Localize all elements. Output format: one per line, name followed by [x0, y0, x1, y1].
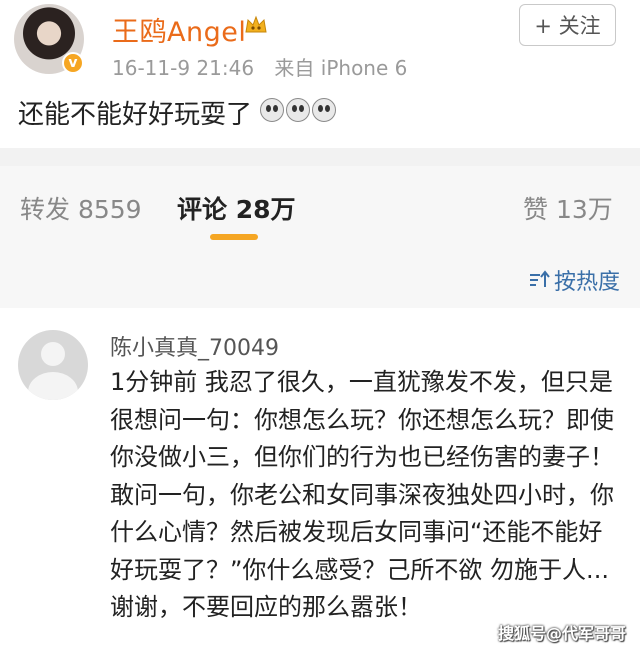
- post-source: 来自 iPhone 6: [274, 56, 408, 80]
- vip-crown-icon: [245, 15, 267, 33]
- comment-text: 我忍了很久，一直犹豫发不发，但只是很想问一句：你想怎么玩？你还想怎么玩？即使你没…: [110, 368, 614, 621]
- post-card: v 王鸥Angel 16-11-9 21:46 来自 iPhone 6 + 关注…: [0, 0, 640, 140]
- cry-emoji-icon: [260, 98, 284, 122]
- tab-comments[interactable]: 评论 28万: [177, 190, 296, 226]
- comment-username[interactable]: 陈小真真_70049: [110, 330, 279, 362]
- comment-body: 1分钟前 我忍了很久，一直犹豫发不发，但只是很想问一句：你想怎么玩？你还想怎么玩…: [110, 364, 624, 627]
- post-meta: 16-11-9 21:46 来自 iPhone 6: [112, 52, 407, 81]
- cry-emoji-icon: [286, 98, 310, 122]
- comment-avatar[interactable]: [18, 330, 88, 400]
- post-emojis: [260, 98, 336, 122]
- active-tab-indicator: [210, 234, 258, 240]
- tab-likes[interactable]: 赞 13万: [523, 190, 613, 226]
- follow-button[interactable]: + 关注: [519, 4, 616, 46]
- sort-icon: [529, 270, 550, 287]
- interaction-tabs: 转发 8559 评论 28万 赞 13万: [0, 166, 640, 246]
- verified-badge-icon: v: [62, 52, 84, 74]
- section-divider: [0, 148, 640, 166]
- tab-repost[interactable]: 转发 8559: [20, 190, 142, 226]
- sort-label: 按热度: [553, 270, 620, 295]
- comment-time: 1分钟前: [110, 368, 198, 396]
- watermark: 搜狐号@代军哥哥: [497, 624, 626, 643]
- comment-item: 陈小真真_70049 1分钟前 我忍了很久，一直犹豫发不发，但只是很想问一句：你…: [0, 308, 640, 652]
- post-text: 还能不能好好玩耍了: [18, 100, 253, 130]
- post-timestamp: 16-11-9 21:46: [112, 56, 255, 80]
- cry-emoji-icon: [312, 98, 336, 122]
- sort-by-hot-button[interactable]: 按热度: [528, 264, 620, 296]
- post-username[interactable]: 王鸥Angel: [112, 10, 246, 49]
- sort-bar: 按热度: [0, 246, 640, 308]
